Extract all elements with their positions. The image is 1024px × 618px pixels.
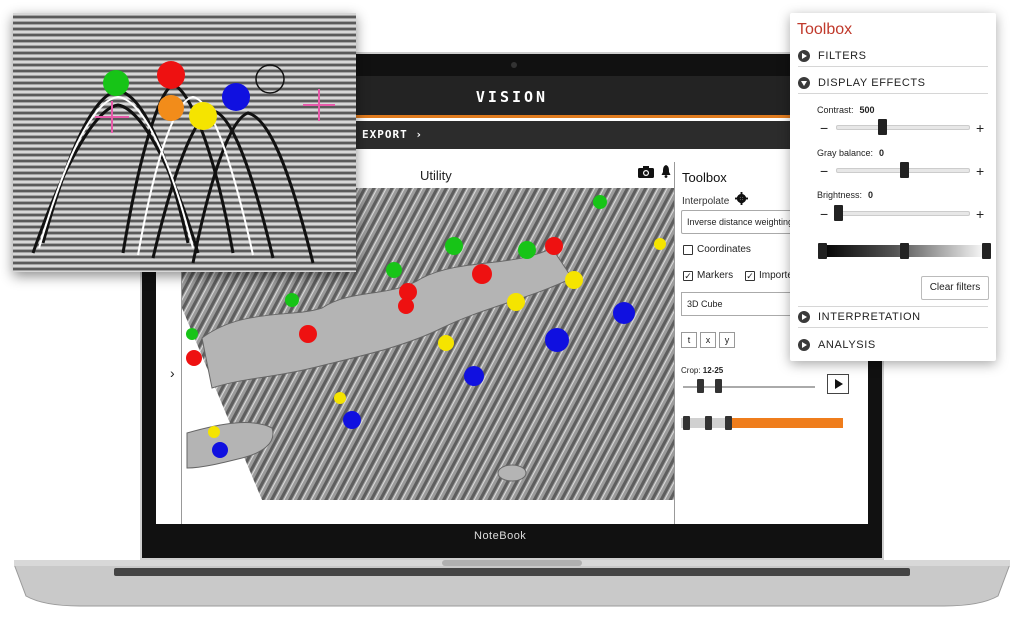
gray-balance-decrease-button[interactable]: −: [820, 164, 828, 178]
imported-checkbox[interactable]: ✓: [745, 270, 755, 281]
brightness-slider[interactable]: [836, 211, 970, 216]
gear-icon[interactable]: [735, 192, 748, 205]
viewer-title: Utility: [420, 168, 452, 183]
display-effects-section-header[interactable]: DISPLAY EFFECTS: [798, 73, 988, 93]
contrast-increase-button[interactable]: +: [976, 121, 984, 135]
crop-slider-start-handle[interactable]: [697, 379, 704, 393]
interpretation-section-header[interactable]: INTERPRETATION: [798, 307, 988, 327]
play-icon: [835, 379, 843, 389]
marker-blue[interactable]: [545, 328, 569, 352]
brightness-decrease-button[interactable]: −: [820, 207, 828, 221]
marker-yellow[interactable]: [507, 293, 525, 311]
gray-balance-label: Gray balance: 0: [817, 148, 885, 158]
gray-balance-increase-button[interactable]: +: [976, 164, 984, 178]
marker-red[interactable]: [472, 264, 492, 284]
contrast-slider[interactable]: [836, 125, 970, 130]
divider: [798, 93, 988, 94]
marker-green[interactable]: [186, 328, 198, 340]
marker-red[interactable]: [545, 237, 563, 255]
camera-icon[interactable]: [638, 166, 654, 178]
marker-yellow[interactable]: [208, 426, 220, 438]
marker-blue[interactable]: [222, 83, 250, 111]
range-handle-right[interactable]: [725, 416, 732, 430]
marker-green[interactable]: [593, 195, 607, 209]
axis-x-button[interactable]: x: [700, 332, 716, 348]
marker-red[interactable]: [299, 325, 317, 343]
brightness-slider-handle[interactable]: [834, 205, 843, 221]
expand-arrow-icon: [798, 311, 810, 323]
marker-red[interactable]: [186, 350, 202, 366]
marker-green[interactable]: [445, 237, 463, 255]
contrast-label: Contrast: 500: [817, 105, 875, 115]
levels-white-handle[interactable]: [982, 243, 991, 259]
chevron-right-icon[interactable]: ›: [170, 365, 175, 381]
divider: [798, 327, 988, 328]
collapse-arrow-icon: [798, 77, 810, 89]
markers-checkbox-row[interactable]: ✓ Markers: [683, 270, 733, 281]
export-menu[interactable]: EXPORT ›: [362, 128, 423, 141]
marker-red[interactable]: [157, 61, 185, 89]
marker-green[interactable]: [285, 293, 299, 307]
marker-orange[interactable]: [158, 95, 184, 121]
seismic-profile-inset: [13, 13, 356, 272]
toolbox-title: Toolbox: [797, 21, 853, 38]
axis-y-button[interactable]: y: [719, 332, 735, 348]
marker-blue[interactable]: [464, 366, 484, 386]
interpolate-label: Interpolate: [682, 196, 730, 207]
gray-balance-slider-handle[interactable]: [900, 162, 909, 178]
clear-filters-button[interactable]: Clear filters: [921, 276, 989, 300]
marker-yellow[interactable]: [565, 271, 583, 289]
marker-yellow[interactable]: [654, 238, 666, 250]
marker-blue[interactable]: [212, 442, 228, 458]
time-range-bar-selected[interactable]: [725, 418, 843, 428]
panel-title: Toolbox: [682, 170, 727, 185]
divider: [798, 66, 988, 67]
marker-yellow[interactable]: [189, 102, 217, 130]
marker-red[interactable]: [398, 298, 414, 314]
marker-blue[interactable]: [613, 302, 635, 324]
coordinates-checkbox[interactable]: [683, 244, 693, 255]
brightness-label: Brightness: 0: [817, 190, 874, 200]
utility-pipe-surface: [497, 464, 527, 482]
levels-black-handle[interactable]: [818, 243, 827, 259]
coordinates-checkbox-row[interactable]: Coordinates: [683, 244, 751, 255]
laptop-brand-label: NoteBook: [474, 530, 527, 542]
marker-green[interactable]: [386, 262, 402, 278]
contrast-decrease-button[interactable]: −: [820, 121, 828, 135]
marker-green[interactable]: [103, 70, 129, 96]
marker-blue[interactable]: [343, 411, 361, 429]
analysis-section-header[interactable]: ANALYSIS: [798, 335, 988, 355]
marker-yellow[interactable]: [438, 335, 454, 351]
range-handle-left[interactable]: [683, 416, 690, 430]
marker-green[interactable]: [518, 241, 536, 259]
play-button[interactable]: [827, 374, 849, 394]
crop-label: Crop: 12-25: [681, 366, 724, 375]
axis-t-button[interactable]: t: [681, 332, 697, 348]
bell-icon[interactable]: [661, 165, 671, 178]
crop-slider-end-handle[interactable]: [715, 379, 722, 393]
contrast-slider-handle[interactable]: [878, 119, 887, 135]
coordinates-label: Coordinates: [697, 244, 751, 255]
brightness-increase-button[interactable]: +: [976, 207, 984, 221]
expand-arrow-icon: [798, 50, 810, 62]
webcam: [511, 62, 517, 68]
toolbox-card: Toolbox FILTERS DISPLAY EFFECTS Contrast…: [790, 13, 996, 361]
view-mode-select[interactable]: 3D Cube: [681, 292, 801, 316]
laptop-base: [14, 560, 1010, 607]
marker-yellow[interactable]: [334, 392, 346, 404]
markers-checkbox[interactable]: ✓: [683, 270, 693, 281]
expand-arrow-icon: [798, 339, 810, 351]
range-handle-mid[interactable]: [705, 416, 712, 430]
levels-mid-handle[interactable]: [900, 243, 909, 259]
filters-section-header[interactable]: FILTERS: [798, 46, 988, 66]
markers-label: Markers: [697, 270, 734, 281]
interpolation-method-select[interactable]: Inverse distance weighting: [681, 210, 801, 234]
